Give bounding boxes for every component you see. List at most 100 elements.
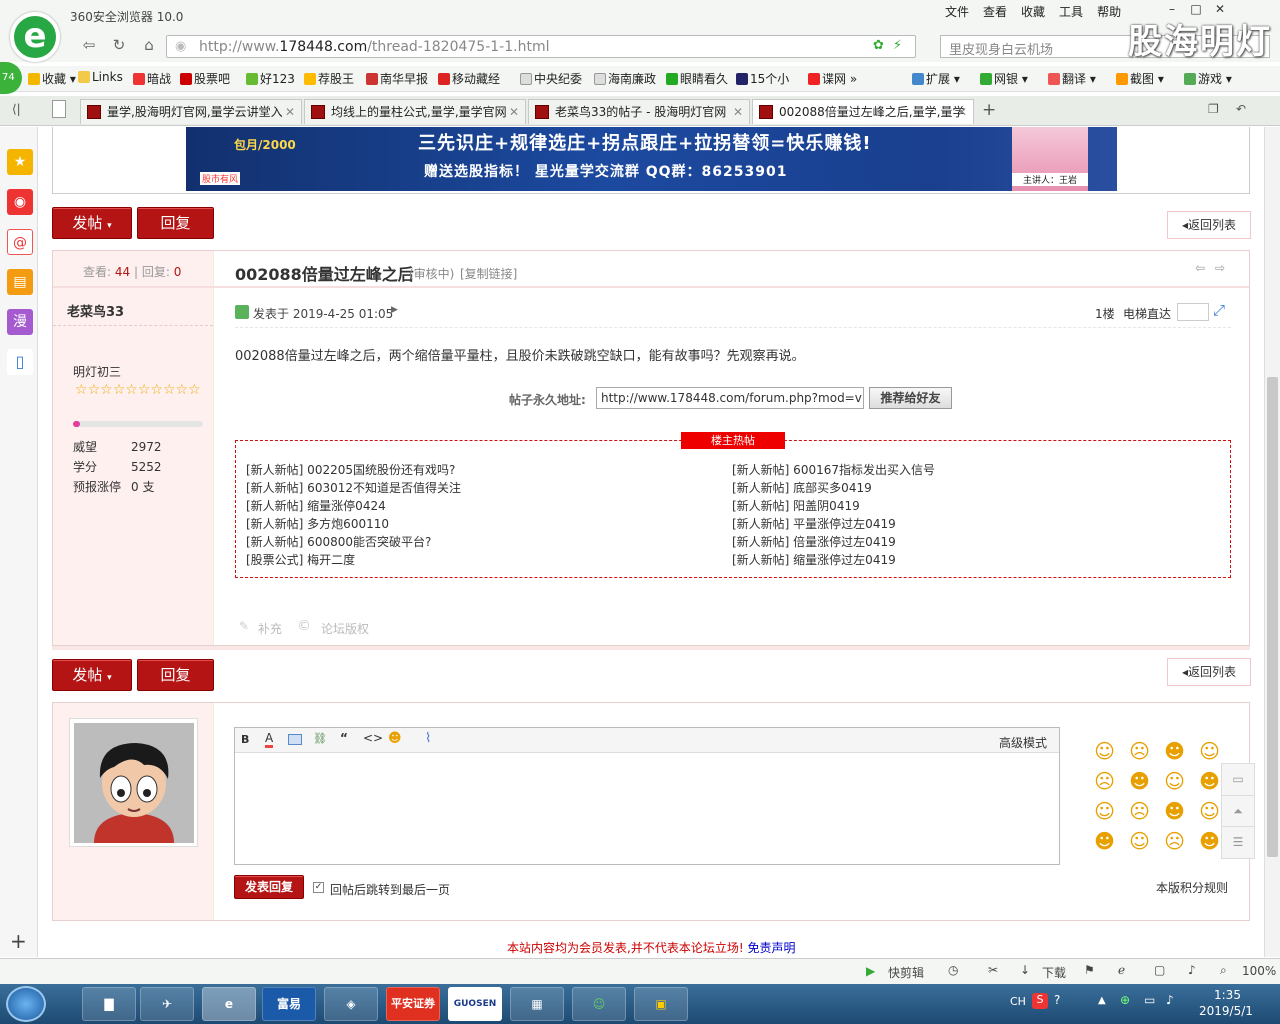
- smiley-icon[interactable]: ☹: [1122, 739, 1157, 769]
- bookmark-links[interactable]: Links: [78, 70, 123, 84]
- bookmark-6[interactable]: 移动藏经: [438, 70, 500, 87]
- bookmark-favorites[interactable]: 收藏 ▾: [28, 70, 76, 87]
- smiley-icon[interactable]: ☻: [1122, 769, 1157, 799]
- explorer-folder-icon[interactable]: ▇: [82, 987, 136, 1021]
- attachment-icon[interactable]: ⌇: [425, 731, 431, 746]
- extensions-menu[interactable]: 扩展 ▾: [912, 70, 960, 87]
- scrollbar-thumb[interactable]: [1267, 377, 1278, 857]
- hot-post-link[interactable]: [股票公式] 梅开二度: [246, 551, 461, 569]
- smiley-icon[interactable]: ☹: [1087, 769, 1122, 799]
- window-icon[interactable]: ▢: [1154, 963, 1165, 977]
- bookmark-5[interactable]: 南华早报: [366, 70, 428, 87]
- browser-360-icon[interactable]: e: [202, 987, 256, 1021]
- bank-menu[interactable]: 网银 ▾: [980, 70, 1028, 87]
- font-color-icon[interactable]: A: [265, 731, 274, 748]
- flag-icon[interactable]: ⚑: [1084, 963, 1095, 977]
- code-icon[interactable]: <>: [363, 731, 383, 745]
- translate-menu[interactable]: 翻译 ▾: [1048, 70, 1096, 87]
- hot-post-link[interactable]: [新人新帖] 600167指标发出买入信号: [732, 461, 935, 479]
- hot-post-link[interactable]: [新人新帖] 缩量涨停过左0419: [732, 551, 935, 569]
- bookmark-2[interactable]: 股票吧: [180, 70, 230, 87]
- tab-4-active[interactable]: 002088倍量过左峰之后,量学,量学 ✕: [752, 99, 974, 124]
- tray-360-icon[interactable]: ⊕: [1120, 993, 1130, 1007]
- mail-icon[interactable]: @: [7, 229, 33, 255]
- document-icon[interactable]: ▯: [7, 349, 33, 375]
- speed-icon[interactable]: ⚡: [893, 38, 902, 53]
- bookmark-7[interactable]: 中央纪委: [520, 70, 582, 87]
- taskbar-app-guosen[interactable]: GUOSEN: [448, 987, 502, 1021]
- back-to-list-button-2[interactable]: ◂返回列表: [1167, 658, 1251, 686]
- zoom-level[interactable]: 100%: [1242, 964, 1276, 978]
- page-scrollbar[interactable]: [1264, 127, 1280, 957]
- favorites-star-icon[interactable]: ★: [7, 149, 33, 175]
- smiley-icon[interactable]: ☻: [388, 731, 402, 746]
- list-icon[interactable]: ☰: [1222, 826, 1254, 857]
- quick-clip-label[interactable]: 快剪辑: [888, 964, 924, 981]
- clock-date[interactable]: 2019/5/1: [1199, 1004, 1253, 1018]
- screenshot-menu[interactable]: 截图 ▾: [1116, 70, 1164, 87]
- app-box-icon[interactable]: ▣: [634, 987, 688, 1021]
- reply-button[interactable]: 回复: [137, 207, 214, 239]
- calculator-icon[interactable]: ▦: [510, 987, 564, 1021]
- hot-post-link[interactable]: [新人新帖] 603012不知道是否值得关注: [246, 479, 461, 497]
- page-icon[interactable]: [52, 100, 66, 118]
- clock-time[interactable]: 1:35: [1214, 988, 1241, 1002]
- sidebar-toggle-icon[interactable]: ⟨|: [12, 102, 21, 116]
- jump-checkbox[interactable]: ✓: [313, 882, 324, 893]
- permalink-field[interactable]: http://www.178448.com/forum.php?mod=view…: [596, 387, 864, 409]
- submit-reply-button[interactable]: 发表回复: [234, 875, 304, 899]
- smiley-icon[interactable]: ☺: [1157, 769, 1192, 799]
- wechat-icon[interactable]: ☺: [572, 987, 626, 1021]
- bookmark-11[interactable]: 谍网 »: [808, 70, 857, 87]
- prev-thread-icon[interactable]: ⇦: [1195, 261, 1205, 275]
- hot-post-link[interactable]: [新人新帖] 阳盖阴0419: [732, 497, 935, 515]
- tray-volume-icon[interactable]: ♪: [1166, 993, 1174, 1007]
- app-red-icon[interactable]: ◈: [324, 987, 378, 1021]
- smiley-icon[interactable]: ☹: [1122, 799, 1157, 829]
- network-icon[interactable]: ▭: [1144, 993, 1155, 1007]
- ad-banner[interactable]: 包月/2000 三先识庄+规律选庄+拐点跟庄+拉拐替领=快乐赚钱! 赠送选股指标…: [186, 127, 1117, 191]
- link-icon[interactable]: ⛓: [313, 732, 327, 745]
- next-thread-icon[interactable]: ⇨: [1215, 261, 1225, 275]
- quick-clip-icon[interactable]: ▶: [866, 964, 875, 978]
- menu-file[interactable]: 文件: [945, 5, 969, 19]
- copyright-link[interactable]: 论坛版权: [321, 620, 369, 637]
- start-button[interactable]: [6, 986, 46, 1022]
- app-bird-icon[interactable]: ✈: [140, 987, 194, 1021]
- bookmark-3[interactable]: 好123: [246, 70, 295, 87]
- hot-post-link[interactable]: [新人新帖] 底部买多0419: [732, 479, 935, 497]
- comment-icon[interactable]: ▭: [1222, 764, 1254, 795]
- bookmark-8[interactable]: 海南廉政: [594, 70, 656, 87]
- smiley-icon[interactable]: ☻: [1157, 739, 1192, 769]
- tab-3[interactable]: 老菜鸟33的帖子 - 股海明灯官网 ✕: [528, 99, 750, 124]
- back-to-top-icon[interactable]: ⏶: [1222, 795, 1254, 826]
- refresh-icon[interactable]: ↻: [104, 36, 134, 54]
- disclaimer-link[interactable]: 免责声明: [747, 941, 795, 955]
- download-icon[interactable]: ↓: [1020, 963, 1030, 977]
- comic-icon[interactable]: 漫: [7, 309, 33, 335]
- home-icon[interactable]: ⌂: [134, 36, 164, 54]
- undo-close-icon[interactable]: ↶: [1236, 102, 1246, 116]
- supplement-link[interactable]: 补充: [258, 620, 282, 637]
- bookmark-4[interactable]: 荐股王: [304, 70, 354, 87]
- hot-post-link[interactable]: [新人新帖] 600800能否突破平台?: [246, 533, 461, 551]
- reply-button-2[interactable]: 回复: [137, 659, 214, 691]
- smiley-icon[interactable]: ☹: [1157, 829, 1192, 859]
- sogou-icon[interactable]: S: [1032, 993, 1048, 1009]
- smiley-icon[interactable]: ☻: [1087, 829, 1122, 859]
- elevator-input[interactable]: [1177, 303, 1209, 321]
- download-label[interactable]: 下载: [1042, 964, 1066, 981]
- bookmark-9[interactable]: 眼睛看久: [666, 70, 728, 87]
- menu-favorites[interactable]: 收藏: [1021, 5, 1045, 19]
- go-floor-icon[interactable]: ⤢: [1213, 301, 1225, 319]
- menu-help[interactable]: 帮助: [1097, 5, 1121, 19]
- advanced-mode-link[interactable]: 高级模式: [999, 734, 1047, 751]
- volume-icon[interactable]: ♪: [1188, 963, 1196, 977]
- reply-textarea[interactable]: [235, 754, 1059, 864]
- menu-view[interactable]: 查看: [983, 5, 1007, 19]
- play-icon[interactable]: ▶: [391, 305, 398, 315]
- taskbar-app-pingan[interactable]: 平安证券: [386, 987, 440, 1021]
- hot-post-link[interactable]: [新人新帖] 多方炮600110: [246, 515, 461, 533]
- bold-icon[interactable]: B: [241, 733, 249, 746]
- close-tab-icon[interactable]: ✕: [733, 100, 743, 124]
